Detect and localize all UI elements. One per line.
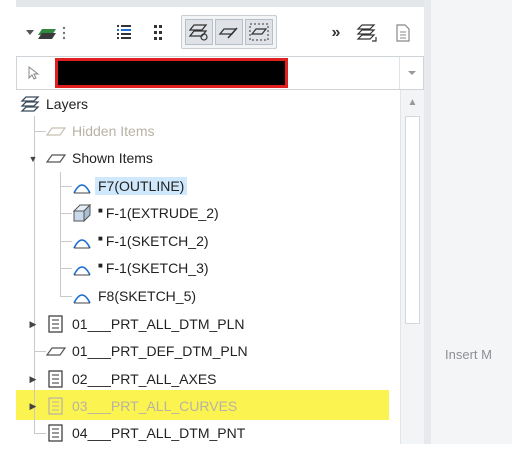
item-status-mark: ■ (98, 205, 103, 215)
layer-outline-icon (46, 148, 66, 168)
bottom-margin (0, 444, 512, 474)
layer-toolbar: » (16, 12, 424, 52)
triangle-down-icon: ▼ (28, 154, 38, 164)
tree-root-label: Layers (46, 96, 89, 112)
tree-connector (34, 131, 46, 132)
tree-connector (60, 172, 61, 296)
rule-layer-icon (46, 423, 66, 443)
triangle-right-icon: ▶ (29, 318, 37, 329)
double-chevron-right-icon: » (331, 24, 341, 41)
tree-item-02-prt-all-axes[interactable]: 02___PRT_ALL_AXES (46, 366, 217, 392)
expander-02-prt-all-axes[interactable]: ▶ (28, 374, 38, 384)
tree-root-layers[interactable]: Layers (20, 91, 88, 117)
layer-select-button[interactable] (245, 19, 273, 45)
insert-hint-text: Insert M (445, 347, 492, 362)
layer-stack-icon (26, 26, 66, 40)
tree-item-03-prt-all-curves[interactable]: 03___PRT_ALL_CURVES (46, 393, 237, 419)
panel-header-strip (16, 0, 424, 7)
triangle-up-icon: ▲ (407, 96, 418, 108)
tree-item-01-prt-all-dtm-pln[interactable]: 01___PRT_ALL_DTM_PLN (46, 311, 245, 337)
expand-tree-button[interactable] (146, 20, 170, 46)
document-info-icon (396, 24, 410, 42)
panel-splitter[interactable] (424, 0, 431, 444)
tree-item-04-prt-all-dtm-pnt[interactable]: 04___PRT_ALL_DTM_PNT (46, 420, 245, 444)
sketch-curve-icon (72, 231, 92, 251)
layer-view-button[interactable] (185, 19, 213, 45)
triangle-right-icon: ▶ (29, 373, 37, 384)
item-status-mark: ■ (98, 233, 103, 243)
scroll-thumb[interactable] (405, 116, 420, 324)
scroll-up-button[interactable]: ▲ (401, 90, 424, 114)
extrude-box-icon (72, 203, 92, 223)
layer-dashed-select-icon (249, 23, 269, 41)
item-status-mark: ■ (98, 260, 103, 270)
layer-properties-button[interactable] (354, 20, 380, 46)
tree-item-f8-sketch5[interactable]: F8(SKETCH_5) (72, 283, 196, 309)
expander-03-prt-all-curves[interactable]: ▶ (28, 401, 38, 411)
chevron-down-icon (407, 71, 416, 75)
rule-layer-icon (46, 369, 66, 389)
layer-pencil-icon (218, 27, 238, 39)
tree-item-f1-sketch3[interactable]: ■ F-1(SKETCH_3) (72, 255, 209, 281)
layer-outline-icon (46, 121, 66, 141)
layer-view-toggle-group (181, 15, 277, 49)
tree-connector (34, 433, 46, 434)
layer-filter-row (16, 56, 424, 90)
layer-edit-button[interactable] (215, 19, 243, 45)
more-tools-button[interactable]: » (326, 20, 346, 46)
graphics-area: Insert M (431, 0, 512, 444)
filter-dropdown-button[interactable] (399, 57, 423, 89)
layer-eye-icon (188, 24, 208, 41)
selection-arrow-icon (28, 65, 40, 80)
sketch-curve-icon (72, 176, 92, 196)
tree-list-icon (117, 25, 131, 39)
tree-item-f1-sketch2[interactable]: ■ F-1(SKETCH_2) (72, 228, 209, 254)
layer-filter-input[interactable] (55, 58, 288, 88)
rule-layer-icon (46, 314, 66, 334)
layer-info-button[interactable] (390, 20, 416, 46)
layer-properties-icon (356, 24, 377, 42)
sketch-curve-icon (72, 258, 92, 278)
layer-tree-panel: » Layers Hidden Items ▼ Shown Items F7(O… (16, 0, 424, 444)
layers-icon (20, 94, 40, 114)
layer-tree: Layers Hidden Items ▼ Shown Items F7(OUT… (16, 90, 400, 444)
tree-item-shown-items[interactable]: Shown Items (46, 145, 153, 171)
rule-layer-icon (46, 396, 66, 416)
tree-connector (60, 213, 72, 214)
tree-structure-icon (154, 25, 162, 40)
tree-item-f1-extrude2[interactable]: ■ F-1(EXTRUDE_2) (72, 200, 219, 226)
tree-scrollbar[interactable]: ▲ (400, 90, 424, 444)
sketch-curve-icon (72, 286, 92, 306)
layer-outline-icon (46, 341, 66, 361)
layer-menu-button[interactable] (26, 20, 74, 46)
tree-connector (60, 186, 72, 187)
tree-item-01-prt-def-dtm-pln[interactable]: 01___PRT_DEF_DTM_PLN (46, 338, 248, 364)
tree-connector (60, 241, 72, 242)
tree-connector (60, 268, 72, 269)
expander-shown-items[interactable]: ▼ (28, 154, 38, 164)
tree-item-hidden-items[interactable]: Hidden Items (46, 118, 154, 144)
tree-connector (34, 351, 46, 352)
triangle-right-icon: ▶ (29, 400, 37, 411)
tree-item-f7-outline[interactable]: F7(OUTLINE) (72, 173, 188, 199)
expander-01-prt-all-dtm-pln[interactable]: ▶ (28, 319, 38, 329)
show-tree-button[interactable] (112, 20, 136, 46)
tree-connector (60, 296, 72, 297)
